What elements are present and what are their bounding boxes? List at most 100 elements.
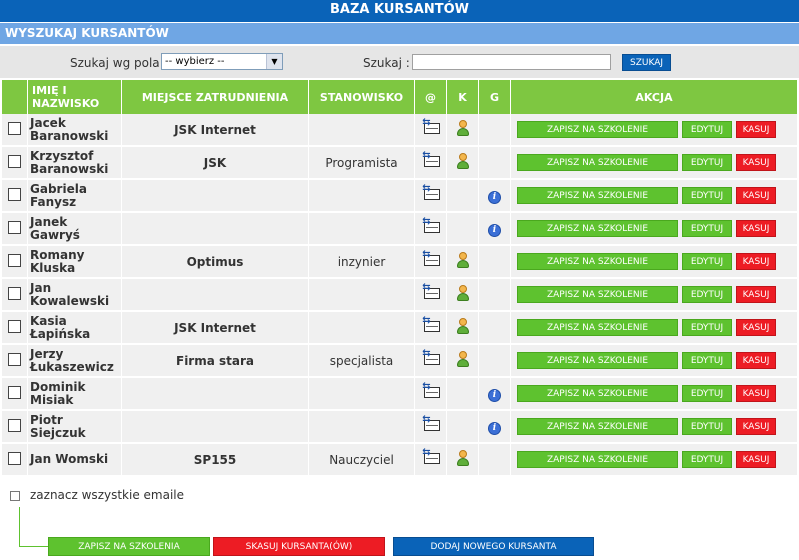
delete-button[interactable]: KASUJ	[736, 286, 776, 303]
edit-button[interactable]: EDYTUJ	[682, 319, 732, 336]
enroll-button[interactable]: ZAPISZ NA SZKOLENIE	[517, 187, 678, 204]
delete-button[interactable]: KASUJ	[736, 451, 776, 468]
send-email-icon[interactable]: ⇆	[421, 118, 441, 136]
edit-button[interactable]: EDYTUJ	[682, 154, 732, 171]
delete-button[interactable]: KASUJ	[736, 220, 776, 237]
email-cell: ⇆	[415, 279, 447, 312]
row-checkbox[interactable]	[8, 418, 21, 432]
info-icon[interactable]: i	[488, 223, 501, 237]
employer-column-header: MIEJSCE ZATRUDNIENIA	[122, 80, 309, 114]
search-button[interactable]: SZUKAJ	[622, 54, 671, 71]
row-checkbox[interactable]	[8, 352, 21, 366]
email-cell: ⇆	[415, 444, 447, 477]
delete-button[interactable]: KASUJ	[736, 154, 776, 171]
k-cell	[447, 411, 479, 444]
edit-button[interactable]: EDYTUJ	[682, 187, 732, 204]
enroll-button[interactable]: ZAPISZ NA SZKOLENIE	[517, 286, 678, 303]
delete-button[interactable]: KASUJ	[736, 352, 776, 369]
send-email-icon[interactable]: ⇆	[421, 448, 441, 466]
row-checkbox[interactable]	[8, 253, 21, 267]
select-all-emails[interactable]: zaznacz wszystkie emaile	[10, 488, 184, 502]
bulk-delete-button[interactable]: SKASUJ KURSANTA(ÓW)	[213, 537, 385, 556]
k-cell	[447, 444, 479, 477]
row-checkbox[interactable]	[8, 121, 21, 135]
row-checkbox[interactable]	[8, 385, 21, 399]
row-checkbox[interactable]	[8, 451, 21, 465]
table-row: Dominik Misiak ⇆ i ZAPISZ NA SZKOLENIE EDYTUJ…	[2, 378, 798, 411]
person-icon[interactable]	[456, 120, 470, 136]
bulk-enroll-button[interactable]: ZAPISZ NA SZKOLENIA	[48, 537, 210, 556]
person-icon[interactable]	[456, 351, 470, 367]
row-checkbox[interactable]	[8, 187, 21, 201]
k-cell	[447, 213, 479, 246]
send-email-icon[interactable]: ⇆	[421, 217, 441, 235]
send-email-icon[interactable]: ⇆	[421, 250, 441, 268]
send-email-icon[interactable]: ⇆	[421, 382, 441, 400]
last-name: Kluska	[30, 260, 76, 275]
trainee-name: Jerzy Łukaszewicz	[28, 345, 122, 378]
send-email-icon[interactable]: ⇆	[421, 349, 441, 367]
person-icon[interactable]	[456, 450, 470, 466]
person-icon[interactable]	[456, 318, 470, 334]
employer-cell: Firma stara	[122, 345, 309, 378]
search-input[interactable]	[412, 54, 611, 70]
k-cell	[447, 180, 479, 213]
g-cell	[479, 246, 511, 279]
edit-button[interactable]: EDYTUJ	[682, 220, 732, 237]
enroll-button[interactable]: ZAPISZ NA SZKOLENIE	[517, 352, 678, 369]
email-cell: ⇆	[415, 345, 447, 378]
delete-button[interactable]: KASUJ	[736, 253, 776, 270]
edit-button[interactable]: EDYTUJ	[682, 352, 732, 369]
send-email-icon[interactable]: ⇆	[421, 316, 441, 334]
enroll-button[interactable]: ZAPISZ NA SZKOLENIE	[517, 418, 678, 435]
enroll-button[interactable]: ZAPISZ NA SZKOLENIE	[517, 319, 678, 336]
delete-button[interactable]: KASUJ	[736, 319, 776, 336]
row-checkbox[interactable]	[8, 319, 21, 333]
add-trainee-button[interactable]: DODAJ NOWEGO KURSANTA	[393, 537, 594, 556]
send-email-icon[interactable]: ⇆	[421, 151, 441, 169]
row-checkbox[interactable]	[8, 286, 21, 300]
delete-button[interactable]: KASUJ	[736, 187, 776, 204]
search-field-select[interactable]: -- wybierz -- ▼	[161, 53, 283, 70]
edit-button[interactable]: EDYTUJ	[682, 418, 732, 435]
position-column-header: STANOWISKO	[309, 80, 415, 114]
edit-button[interactable]: EDYTUJ	[682, 385, 732, 402]
email-cell: ⇆	[415, 378, 447, 411]
person-icon[interactable]	[456, 285, 470, 301]
search-bar: Szukaj wg pola: -- wybierz -- ▼ Szukaj :…	[0, 46, 799, 78]
first-name: Jan Womski	[30, 452, 109, 466]
row-checkbox[interactable]	[8, 220, 21, 234]
info-icon[interactable]: i	[488, 190, 501, 204]
send-email-icon[interactable]: ⇆	[421, 283, 441, 301]
edit-button[interactable]: EDYTUJ	[682, 451, 732, 468]
action-cell: ZAPISZ NA SZKOLENIE EDYTUJ KASUJ	[511, 180, 798, 213]
enroll-button[interactable]: ZAPISZ NA SZKOLENIE	[517, 253, 678, 270]
enroll-button[interactable]: ZAPISZ NA SZKOLENIE	[517, 451, 678, 468]
select-all-checkbox[interactable]	[10, 490, 20, 501]
enroll-button[interactable]: ZAPISZ NA SZKOLENIE	[517, 154, 678, 171]
table-row: Jan Kowalewski ⇆ ZAPISZ NA SZKOLENIE EDYTUJ K…	[2, 279, 798, 312]
table-row: Krzysztof Baranowski JSK Programista ⇆ ZAPISZ…	[2, 147, 798, 180]
enroll-button[interactable]: ZAPISZ NA SZKOLENIE	[517, 220, 678, 237]
send-email-icon[interactable]: ⇆	[421, 415, 441, 433]
edit-button[interactable]: EDYTUJ	[682, 253, 732, 270]
delete-button[interactable]: KASUJ	[736, 418, 776, 435]
person-icon[interactable]	[456, 153, 470, 169]
position-cell: Nauczyciel	[309, 444, 415, 477]
edit-button[interactable]: EDYTUJ	[682, 121, 732, 138]
edit-button[interactable]: EDYTUJ	[682, 286, 732, 303]
position-cell	[309, 114, 415, 147]
row-checkbox[interactable]	[8, 154, 21, 168]
employer-cell	[122, 180, 309, 213]
info-icon[interactable]: i	[488, 388, 501, 402]
person-icon[interactable]	[456, 252, 470, 268]
g-cell	[479, 114, 511, 147]
enroll-button[interactable]: ZAPISZ NA SZKOLENIE	[517, 121, 678, 138]
g-cell	[479, 345, 511, 378]
info-icon[interactable]: i	[488, 421, 501, 435]
delete-button[interactable]: KASUJ	[736, 121, 776, 138]
enroll-button[interactable]: ZAPISZ NA SZKOLENIE	[517, 385, 678, 402]
delete-button[interactable]: KASUJ	[736, 385, 776, 402]
trainees-table: IMIĘ I NAZWISKO MIEJSCE ZATRUDNIENIA STA…	[2, 80, 798, 477]
send-email-icon[interactable]: ⇆	[421, 184, 441, 202]
